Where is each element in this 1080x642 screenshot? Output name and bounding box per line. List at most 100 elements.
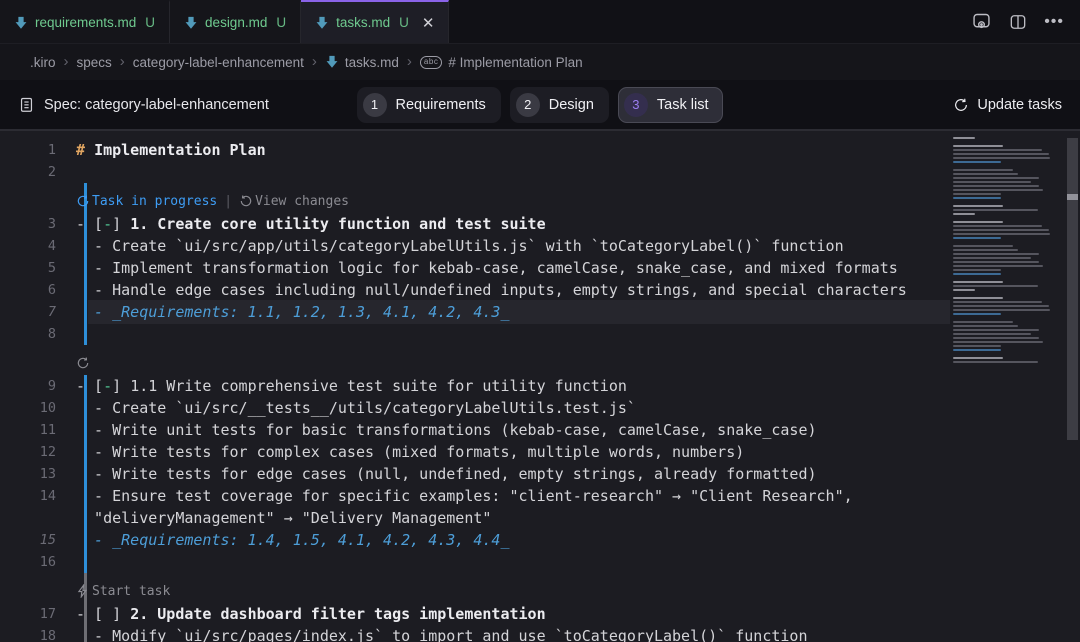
step-label: Task list — [657, 97, 709, 113]
step-requirements[interactable]: 1 Requirements — [357, 87, 501, 123]
line-text: - Create `ui/src/app/utils/categoryLabel… — [76, 235, 844, 257]
line-number: 7 — [0, 301, 56, 323]
line-text: - [-] 1.1 Write comprehensive test suite… — [76, 375, 627, 397]
editor-row[interactable]: 12 - Write tests for complex cases (mixe… — [0, 441, 1080, 463]
editor-row[interactable]: 11 - Write unit tests for basic transfor… — [0, 419, 1080, 441]
line-text: # Implementation Plan — [76, 139, 266, 161]
breadcrumb-separator-icon: › — [120, 53, 125, 70]
vertical-scrollbar[interactable] — [1065, 130, 1080, 642]
refresh-icon — [953, 97, 969, 113]
markdown-file-icon — [14, 16, 28, 30]
editor-row[interactable]: 13 - Write tests for edge cases (null, u… — [0, 463, 1080, 485]
line-number: 9 — [0, 375, 56, 397]
breadcrumb-item[interactable]: category-label-enhancement — [133, 55, 304, 70]
line-text: "deliveryManagement" → "Delivery Managem… — [76, 507, 491, 529]
update-tasks-label: Update tasks — [977, 97, 1062, 113]
code-editor[interactable]: 1# Implementation Plan2Task in progress|… — [0, 130, 1080, 642]
breadcrumb-item[interactable]: abc # Implementation Plan — [420, 55, 583, 70]
editor-row[interactable]: 10 - Create `ui/src/__tests__/utils/cate… — [0, 397, 1080, 419]
markdown-file-icon — [325, 55, 339, 69]
editor-row[interactable]: Start task — [0, 573, 1080, 603]
editor-row[interactable]: 2 — [0, 161, 1080, 183]
editor-row[interactable]: "deliveryManagement" → "Delivery Managem… — [0, 507, 1080, 529]
line-number: 14 — [0, 485, 56, 507]
codelens-task-in-progress[interactable]: Task in progress — [76, 194, 217, 209]
editor-row[interactable]: 9 - [-] 1.1 Write comprehensive test suit… — [0, 375, 1080, 397]
minimap-line — [950, 360, 1056, 364]
editor-row[interactable]: 7 - _Requirements: 1.1, 1.2, 1.3, 4.1, 4… — [0, 301, 1080, 323]
editor-row[interactable]: 3- [-] 1. Create core utility function a… — [0, 213, 1080, 235]
modified-badge: U — [145, 15, 155, 30]
codelens-view-changes[interactable]: View changes — [239, 194, 349, 209]
task-checkbox — [103, 605, 112, 623]
editor-row[interactable] — [0, 345, 1080, 375]
step-task-list[interactable]: 3Task list — [618, 87, 724, 123]
editor-top-border — [0, 130, 1080, 131]
history-icon — [239, 194, 253, 208]
line-text: - Write tests for complex cases (mixed f… — [76, 441, 744, 463]
editor-row[interactable]: 17 - [ ] 2. Update dashboard filter tags … — [0, 603, 1080, 625]
open-preview-icon[interactable] — [971, 11, 992, 32]
editor-row[interactable]: 14 - Ensure test coverage for specific e… — [0, 485, 1080, 507]
editor-row[interactable]: 15 - _Requirements: 1.4, 1.5, 4.1, 4.2, … — [0, 529, 1080, 551]
symbol-string-icon: abc — [420, 56, 442, 69]
kiro-editor-window: requirements.mdU design.md Utasks.md U ✕ •••… — [0, 0, 1080, 642]
spec-title: Spec: category-label-enhancement — [44, 97, 269, 113]
step-design[interactable]: 2Design — [510, 87, 609, 123]
line-number: 13 — [0, 463, 56, 485]
breadcrumb-label: # Implementation Plan — [448, 55, 582, 70]
modified-badge: U — [399, 15, 409, 30]
editor-row[interactable]: 8 — [0, 323, 1080, 345]
line-number: 4 — [0, 235, 56, 257]
scrollbar-thumb[interactable] — [1067, 138, 1078, 440]
breadcrumb-label: category-label-enhancement — [133, 55, 304, 70]
spec-label-group: Spec: category-label-enhancement — [18, 96, 348, 113]
editor-row[interactable]: 4 - Create `ui/src/app/utils/categoryLab… — [0, 235, 1080, 257]
line-number: 17 — [0, 603, 56, 625]
line-text: - [ ] 2. Update dashboard filter tags im… — [76, 603, 546, 625]
breadcrumb-item[interactable]: .kiro — [30, 55, 56, 70]
breadcrumb-item[interactable]: specs — [77, 55, 112, 70]
line-number: 16 — [0, 551, 56, 573]
minimap[interactable] — [950, 136, 1056, 642]
spec-steps: 1 Requirements 2Design3Task list — [348, 87, 732, 123]
editor-row[interactable]: 5 - Implement transformation logic for k… — [0, 257, 1080, 279]
tab-tasks-md[interactable]: tasks.md U ✕ — [301, 0, 449, 43]
breadcrumb-separator-icon: › — [407, 53, 412, 70]
editor-row[interactable]: 1# Implementation Plan — [0, 139, 1080, 161]
line-number: 6 — [0, 279, 56, 301]
tab-bar-spacer — [449, 0, 955, 43]
line-number: 12 — [0, 441, 56, 463]
spec-clipboard-icon — [18, 96, 35, 113]
editor-row[interactable]: 18 - Modify `ui/src/pages/index.js` to i… — [0, 625, 1080, 642]
codelens-start-task[interactable]: Start task — [76, 584, 170, 599]
breadcrumb-item[interactable]: tasks.md — [325, 55, 399, 70]
sync-icon — [76, 194, 90, 208]
modified-badge: U — [276, 15, 286, 30]
more-actions-icon[interactable]: ••• — [1044, 13, 1064, 31]
tab-design-md[interactable]: design.md U — [170, 0, 301, 43]
step-number: 1 — [363, 93, 387, 117]
close-tab-icon[interactable]: ✕ — [422, 14, 435, 32]
editor-row[interactable]: 16 — [0, 551, 1080, 573]
breadcrumb-label: tasks.md — [345, 55, 399, 70]
task-checkbox: - — [103, 215, 112, 233]
step-label: Requirements — [396, 97, 486, 113]
markdown-file-icon — [184, 16, 198, 30]
line-text: - _Requirements: 1.1, 1.2, 1.3, 4.1, 4.2… — [76, 301, 509, 323]
editor-row[interactable]: 6 - Handle edge cases including null/und… — [0, 279, 1080, 301]
tab-label: tasks.md — [336, 15, 390, 30]
scrollbar-marker — [1067, 194, 1078, 200]
editor-actions: ••• — [955, 0, 1080, 43]
line-text: - Create `ui/src/__tests__/utils/categor… — [76, 397, 636, 419]
line-text: - Ensure test coverage for specific exam… — [76, 485, 853, 507]
line-number: 3 — [0, 213, 56, 235]
tab-requirements-md[interactable]: requirements.mdU — [0, 0, 170, 43]
editor-row[interactable]: Task in progress|View changes — [0, 183, 1080, 213]
update-tasks-button[interactable]: Update tasks — [732, 97, 1062, 113]
breadcrumb-separator-icon: › — [64, 53, 69, 70]
breadcrumb-label: .kiro — [30, 55, 56, 70]
split-editor-icon[interactable] — [1008, 12, 1028, 32]
codelens-spinner[interactable] — [76, 356, 92, 371]
tab-label: design.md — [205, 15, 267, 30]
